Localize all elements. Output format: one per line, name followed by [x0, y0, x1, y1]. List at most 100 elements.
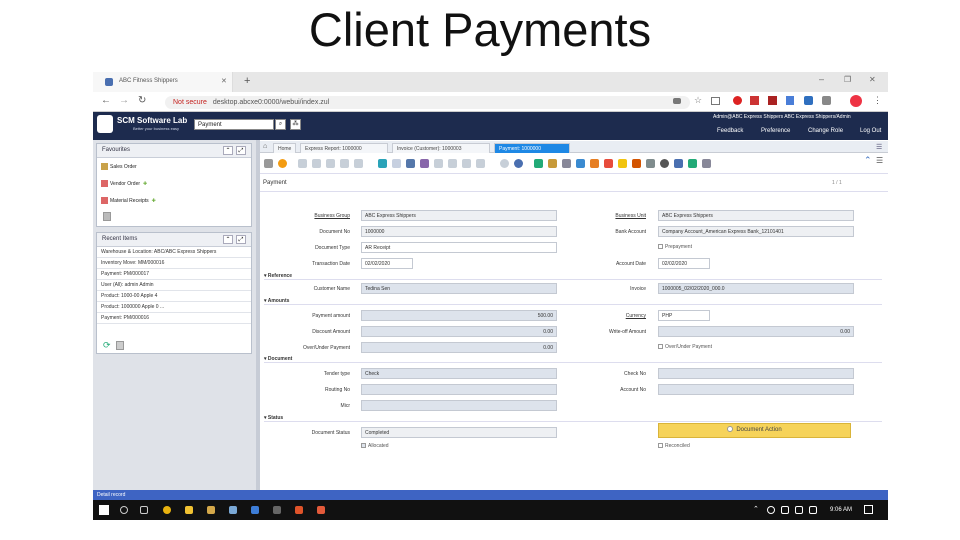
prepayment-checkbox[interactable]: Prepayment: [658, 244, 692, 250]
tab-invoice[interactable]: Invoice (Customer): 1000003: [392, 143, 490, 153]
print-icon[interactable]: [562, 159, 571, 168]
notification-icon[interactable]: [864, 505, 873, 514]
pdf-extension-icon[interactable]: [750, 96, 759, 105]
detail-icon[interactable]: [476, 159, 485, 168]
browser-tab[interactable]: ABC Fitness Shippers ✕: [93, 72, 233, 92]
delete-icon[interactable]: [326, 159, 335, 168]
recent-item[interactable]: Product: 1000-00 Apple 4: [97, 291, 251, 302]
refresh-icon[interactable]: ⟳: [103, 340, 111, 351]
minimize-icon[interactable]: –: [819, 74, 824, 84]
logout-link[interactable]: Log Out: [860, 128, 881, 134]
menu-tree-icon[interactable]: ⁂: [290, 119, 301, 130]
language-icon[interactable]: [809, 506, 817, 514]
window-close-icon[interactable]: ✕: [869, 75, 876, 84]
customize-icon[interactable]: [702, 159, 711, 168]
windows-start-icon[interactable]: [99, 505, 109, 515]
tab-express-report[interactable]: Express Report: 1000000: [300, 143, 388, 153]
requests-icon[interactable]: [632, 159, 641, 168]
invoice-field[interactable]: 1000005_02/02/2020_000.0: [658, 283, 854, 294]
customer-name-field[interactable]: Tedina Sen: [361, 283, 557, 294]
app-icon[interactable]: [229, 506, 237, 514]
search-icon[interactable]: ⌕: [275, 119, 286, 130]
volume-icon[interactable]: [795, 506, 803, 514]
writeoff-amount-field[interactable]: 0.00: [658, 326, 854, 337]
new-tab-button[interactable]: +: [244, 75, 250, 87]
network-icon[interactable]: [781, 506, 789, 514]
tab-payment[interactable]: Payment: 1000000: [494, 143, 570, 153]
save-icon[interactable]: [340, 159, 349, 168]
restore-icon[interactable]: ❐: [844, 75, 851, 84]
archive-icon[interactable]: [548, 159, 557, 168]
product-info-icon[interactable]: [646, 159, 655, 168]
document-type-select[interactable]: AR Receipt: [361, 242, 557, 253]
copy-record-icon[interactable]: [312, 159, 321, 168]
star-icon[interactable]: ☆: [694, 95, 702, 106]
maximize-button[interactable]: ⤢: [236, 146, 246, 155]
recent-item[interactable]: User (All): admin Admin: [97, 280, 251, 291]
import-icon[interactable]: [688, 159, 697, 168]
profile-avatar[interactable]: [850, 95, 862, 107]
change-role-link[interactable]: Change Role: [808, 128, 843, 134]
payment-amount-field[interactable]: 500.00: [361, 310, 557, 321]
favourite-item[interactable]: Vendor Order ✚: [101, 180, 147, 187]
export-icon[interactable]: [674, 159, 683, 168]
save-new-icon[interactable]: [354, 159, 363, 168]
key-icon[interactable]: [673, 98, 681, 104]
business-group-field[interactable]: ABC Express Shippers: [361, 210, 557, 221]
collapse-button[interactable]: ⌃: [223, 146, 233, 155]
tab-list-icon[interactable]: ☰: [876, 143, 882, 151]
discount-amount-field[interactable]: 0.00: [361, 326, 557, 337]
cloud-icon[interactable]: [767, 506, 775, 514]
workflow-icon[interactable]: [604, 159, 613, 168]
search-icon[interactable]: [120, 506, 128, 514]
collapse-icon[interactable]: ⌃: [864, 155, 872, 166]
tray-chevron-icon[interactable]: ⌃: [753, 505, 759, 513]
app-icon[interactable]: [295, 506, 303, 514]
more-menu-icon[interactable]: ⋮: [873, 95, 882, 106]
feedback-link[interactable]: Feedback: [717, 128, 743, 134]
recent-item[interactable]: Inventory Move: MM/000016: [97, 258, 251, 269]
global-search-input[interactable]: Payment: [194, 119, 274, 130]
document-status-field[interactable]: Completed: [361, 427, 557, 438]
overunder-payment-checkbox[interactable]: Over/Under Payment: [658, 344, 712, 350]
extension-icon[interactable]: [804, 96, 813, 105]
reload-icon[interactable]: ↻: [138, 95, 146, 106]
favourite-item[interactable]: Material Receipts ✚: [101, 197, 156, 204]
user-info[interactable]: Admin@ABC Express Shippers ABC Express S…: [713, 114, 851, 120]
reconciled-checkbox[interactable]: Reconciled: [658, 443, 690, 449]
opera-extension-icon[interactable]: [733, 96, 742, 105]
parent-icon[interactable]: [462, 159, 471, 168]
app-icon[interactable]: [317, 506, 325, 514]
document-no-field[interactable]: 1000000: [361, 226, 557, 237]
maximize-button[interactable]: ⤢: [236, 235, 246, 244]
history-icon[interactable]: [420, 159, 429, 168]
zoom-icon[interactable]: [576, 159, 585, 168]
report-icon[interactable]: [534, 159, 543, 168]
extension-icon[interactable]: [822, 96, 831, 105]
allocated-checkbox[interactable]: Allocated: [361, 443, 389, 449]
chrome-icon[interactable]: [163, 506, 171, 514]
grid-toggle-icon[interactable]: [434, 159, 443, 168]
acrobat-extension-icon[interactable]: [768, 96, 777, 105]
recent-item[interactable]: Product: 1000000 Apple 0 ...: [97, 302, 251, 313]
preference-link[interactable]: Preference: [761, 128, 790, 134]
new-record-icon[interactable]: [298, 159, 307, 168]
menu-icon[interactable]: ☰: [876, 156, 883, 165]
previous-icon[interactable]: [500, 159, 509, 168]
find-icon[interactable]: [392, 159, 401, 168]
refresh-icon[interactable]: [378, 159, 387, 168]
forward-icon[interactable]: →: [119, 95, 129, 106]
business-unit-field[interactable]: ABC Express Shippers: [658, 210, 854, 221]
clear-icon[interactable]: [116, 341, 124, 350]
bank-account-field[interactable]: Company Account_American Express Bank_12…: [658, 226, 854, 237]
app-icon[interactable]: [207, 506, 215, 514]
record-pager[interactable]: 1 / 1: [832, 180, 842, 186]
favourite-item[interactable]: Sales Order: [101, 163, 137, 170]
explorer-icon[interactable]: [185, 506, 193, 514]
help-icon[interactable]: [278, 159, 287, 168]
account-date-field[interactable]: 02/02/2020: [658, 258, 710, 269]
url-field[interactable]: Not secure desktop.abcxe0:0000/webui/inde…: [165, 96, 690, 109]
close-icon[interactable]: ✕: [221, 77, 227, 85]
recent-item[interactable]: Warehouse & Location: ABC/ABC Express Sh…: [97, 247, 251, 258]
currency-field[interactable]: PHP: [658, 310, 710, 321]
